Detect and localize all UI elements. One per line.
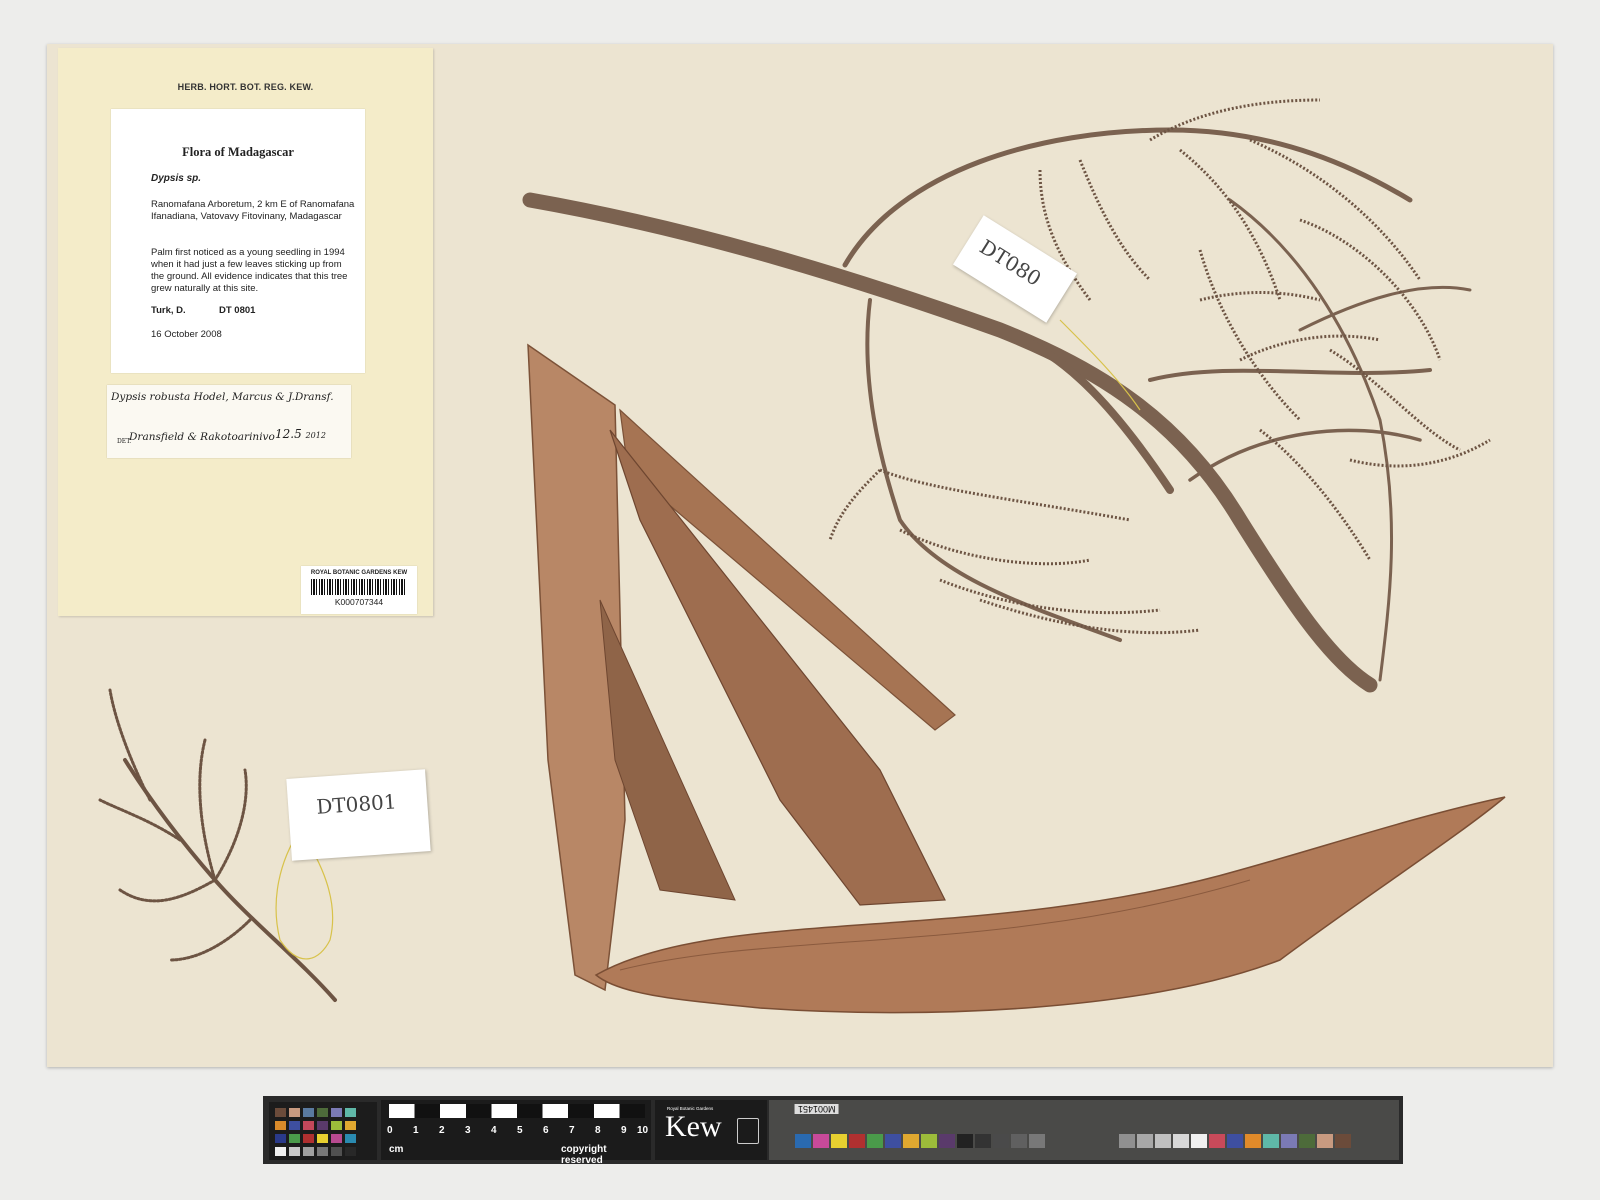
ruler-number: 5 [517,1125,523,1136]
cm-ruler: 0 1 2 3 4 5 6 7 8 9 10 cm copyright rese… [381,1100,651,1166]
ruler-number: 7 [569,1125,575,1136]
ruler-number: 9 [621,1125,627,1136]
ruler-copyright: copyright reserved [561,1144,607,1166]
ruler-number: 10 [637,1125,649,1136]
color-target: M001451 [769,1100,1399,1160]
ruler-number: 1 [413,1125,419,1136]
ruler-number: 8 [595,1125,601,1136]
color-swatches [269,1102,377,1160]
crest-icon [737,1118,759,1144]
specimen-tag-bottom: DT0801 [286,769,431,861]
target-id: M001451 [795,1104,839,1114]
ruler-number: 2 [439,1125,445,1136]
kew-logo: Kew [665,1110,722,1143]
inflorescence-stem [522,127,1472,693]
ruler-number: 6 [543,1125,549,1136]
scale-bar: 0 1 2 3 4 5 6 7 8 9 10 cm copyright rese… [263,1096,1403,1166]
ruler-number: 4 [491,1125,497,1136]
ruler-unit: cm [389,1144,404,1155]
ruler-number: 3 [465,1125,471,1136]
ruler-ticks [389,1104,645,1118]
tag-bottom-text: DT0801 [315,789,398,819]
kew-logo-block: Royal Botanic Gardens Kew [655,1100,767,1160]
ruler-number: 0 [387,1125,393,1136]
specimen-drawing [98,98,1506,1014]
